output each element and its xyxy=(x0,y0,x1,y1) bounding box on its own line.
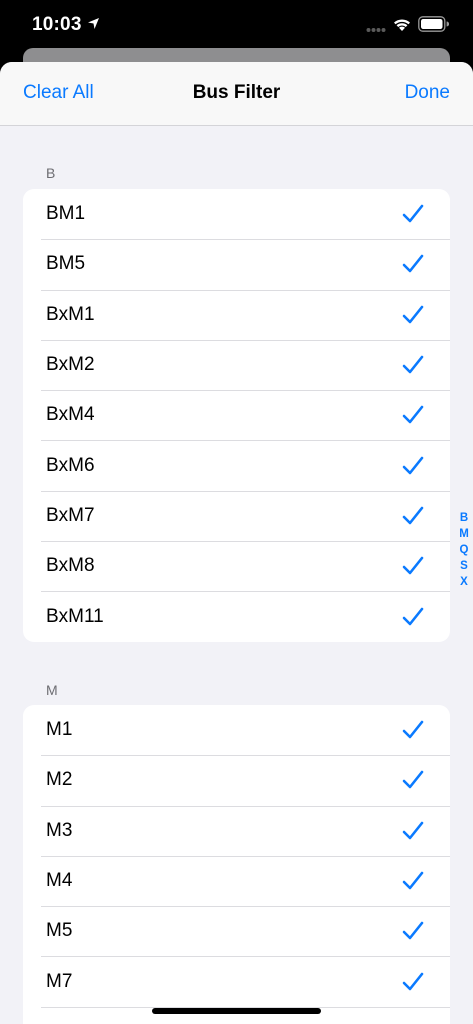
checkmark-icon xyxy=(402,456,424,474)
checkmark-icon xyxy=(402,355,424,374)
section-header-m: M xyxy=(46,682,58,698)
route-row[interactable]: BxM8 xyxy=(23,541,450,591)
checkmark-icon xyxy=(402,972,424,990)
route-row[interactable]: BxM1 xyxy=(23,289,450,340)
route-label: M7 xyxy=(46,970,73,992)
wifi-icon xyxy=(394,19,410,31)
checkmark-icon xyxy=(402,556,424,575)
route-row[interactable]: M4 xyxy=(23,855,450,906)
checkmark-icon xyxy=(402,922,424,940)
index-letter-s[interactable]: S xyxy=(460,558,468,574)
checkmark-icon xyxy=(402,821,424,840)
section-header-b: B xyxy=(46,165,56,181)
bus-filter-sheet: Clear All Bus Filter Done B BM1 BM5 BxM1… xyxy=(0,62,473,1024)
route-label: M1 xyxy=(46,719,73,741)
route-label: M2 xyxy=(46,769,73,791)
route-label: M5 xyxy=(46,920,73,942)
index-letter-q[interactable]: Q xyxy=(460,542,469,558)
status-time: 10:03 xyxy=(32,14,82,35)
route-row[interactable]: BxM6 xyxy=(23,440,450,490)
section-index[interactable]: B M Q S X xyxy=(455,510,473,590)
checkmark-icon xyxy=(402,871,424,890)
route-row[interactable]: BxM4 xyxy=(23,390,450,440)
route-row[interactable]: M2 xyxy=(23,755,450,805)
index-letter-m[interactable]: M xyxy=(459,526,469,542)
route-row[interactable]: BxM7 xyxy=(23,490,450,541)
checkmark-icon xyxy=(402,771,424,789)
checkmark-icon xyxy=(402,607,424,625)
done-button[interactable]: Done xyxy=(405,82,450,104)
route-row[interactable]: BM1 xyxy=(23,189,450,239)
checkmark-icon xyxy=(402,506,424,525)
route-label: M4 xyxy=(46,870,73,892)
page-title: Bus Filter xyxy=(192,82,281,103)
route-label: BxM8 xyxy=(46,555,95,577)
route-row[interactable]: BxM11 xyxy=(23,591,450,641)
route-list-b: BM1 BM5 BxM1 BxM2 BxM4 BxM6 BxM7 BxM8 Bx… xyxy=(23,189,450,642)
route-label: BxM11 xyxy=(46,605,104,627)
checkmark-icon xyxy=(402,720,424,739)
route-list-m: M1 M2 M3 M4 M5 M7 xyxy=(23,705,450,1024)
status-bar: 10:03 xyxy=(0,0,473,52)
battery-icon xyxy=(418,16,449,32)
checkmark-icon xyxy=(402,305,424,324)
index-letter-b[interactable]: B xyxy=(460,510,468,526)
cellular-signal-icon xyxy=(366,28,386,32)
route-row[interactable]: M5 xyxy=(23,906,450,956)
checkmark-icon xyxy=(402,204,424,223)
checkmark-icon xyxy=(402,255,424,273)
home-indicator[interactable] xyxy=(152,1008,321,1014)
location-arrow-icon xyxy=(88,18,99,29)
route-row[interactable]: BM5 xyxy=(23,239,450,289)
route-label: BxM7 xyxy=(46,504,95,526)
route-row[interactable]: M1 xyxy=(23,705,450,755)
route-label: BxM2 xyxy=(46,354,95,376)
route-row[interactable]: M3 xyxy=(23,805,450,856)
route-label: BxM1 xyxy=(46,303,95,325)
checkmark-icon xyxy=(402,406,424,424)
route-label: M3 xyxy=(46,819,73,841)
index-letter-x[interactable]: X xyxy=(460,574,468,590)
route-label: BM5 xyxy=(46,253,86,275)
route-row[interactable]: BxM2 xyxy=(23,339,450,390)
nav-bar: Clear All Bus Filter Done xyxy=(0,62,473,126)
route-label: BM1 xyxy=(46,203,86,225)
route-label: BxM6 xyxy=(46,454,95,476)
route-row[interactable]: M7 xyxy=(23,956,450,1006)
route-label: BxM4 xyxy=(46,404,95,426)
